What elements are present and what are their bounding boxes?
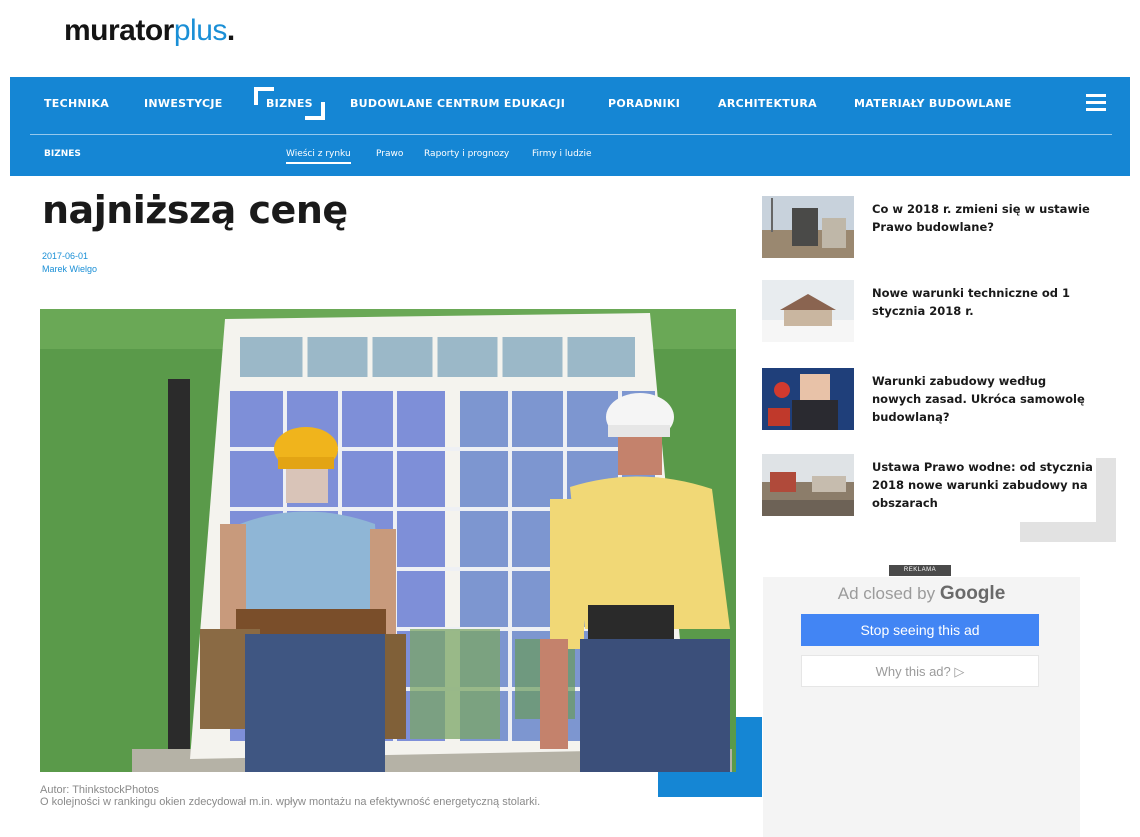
- related-article-item[interactable]: Warunki zabudowy według nowych zasad. Uk…: [762, 368, 1102, 432]
- article-meta: 2017-06-01 Marek Wielgo: [42, 250, 97, 276]
- photo-caption: Autor: ThinkstockPhotos O kolejności w r…: [40, 784, 740, 808]
- photo-credit: Autor: ThinkstockPhotos: [40, 784, 160, 796]
- subnav-item-raporty-i-prognozy[interactable]: Raporty i prognozy: [424, 149, 509, 159]
- subnav-section-label[interactable]: BIZNES: [44, 149, 81, 159]
- main-navigation: TECHNIKA INWESTYCJE BIZNES BUDOWLANE CEN…: [10, 77, 1130, 176]
- related-article-thumbnail[interactable]: [762, 280, 854, 342]
- nav-item-biznes[interactable]: BIZNES: [254, 87, 325, 120]
- related-article-title[interactable]: Ustawa Prawo wodne: od stycznia 2018 now…: [872, 458, 1097, 512]
- related-article-item[interactable]: Ustawa Prawo wodne: od stycznia 2018 now…: [762, 454, 1102, 518]
- article-date: 2017-06-01: [42, 251, 89, 261]
- related-article-item[interactable]: Nowe warunki techniczne od 1 stycznia 20…: [762, 280, 1102, 344]
- nav-item-architektura[interactable]: ARCHITEKTURA: [718, 97, 817, 110]
- article-author[interactable]: Marek Wielgo: [42, 263, 97, 276]
- ad-container: Ad closed by Google Stop seeing this ad …: [763, 577, 1080, 837]
- logo-text-secondary: plus: [173, 14, 228, 47]
- ad-closed-prefix: Ad closed by: [837, 584, 936, 603]
- article-photo: [40, 309, 736, 772]
- nav-top-bar: TECHNIKA INWESTYCJE BIZNES BUDOWLANE CEN…: [10, 77, 1130, 134]
- caption-text: O kolejności w rankingu okien zdecydował…: [40, 796, 541, 808]
- why-this-ad-button[interactable]: Why this ad? ▷: [801, 655, 1039, 687]
- subnav-item-prawo[interactable]: Prawo: [376, 149, 403, 159]
- related-article-title[interactable]: Co w 2018 r. zmieni się w ustawie Prawo …: [872, 200, 1097, 236]
- ad-closed-brand: Google: [939, 583, 1006, 604]
- related-article-thumbnail[interactable]: [762, 196, 854, 258]
- nav-item-inwestycje[interactable]: INWESTYCJE: [144, 97, 223, 110]
- hamburger-icon[interactable]: [1086, 94, 1106, 112]
- site-logo[interactable]: muratorplus.: [64, 14, 235, 48]
- nav-subbar: BIZNES Wieści z rynku Prawo Raporty i pr…: [10, 135, 1130, 176]
- nav-item-poradniki[interactable]: PORADNIKI: [608, 97, 680, 110]
- ad-label: REKLAMA: [889, 565, 951, 576]
- nav-item-technika[interactable]: TECHNIKA: [44, 97, 109, 110]
- nav-item-materialy-budowlane[interactable]: MATERIAŁY BUDOWLANE: [854, 97, 1012, 110]
- related-article-item[interactable]: Co w 2018 r. zmieni się w ustawie Prawo …: [762, 196, 1102, 260]
- subnav-item-wiesci-z-rynku[interactable]: Wieści z rynku: [286, 149, 351, 164]
- stop-seeing-ad-button[interactable]: Stop seeing this ad: [801, 614, 1039, 646]
- related-article-title[interactable]: Warunki zabudowy według nowych zasad. Uk…: [872, 372, 1097, 426]
- related-article-thumbnail[interactable]: [762, 454, 854, 516]
- logo-text-dot: .: [226, 14, 235, 47]
- related-article-title[interactable]: Nowe warunki techniczne od 1 stycznia 20…: [872, 284, 1097, 320]
- related-article-thumbnail[interactable]: [762, 368, 854, 430]
- logo-text-primary: murator: [64, 14, 174, 47]
- article-title: najniższą cenę: [42, 188, 348, 232]
- subnav-item-firmy-i-ludzie[interactable]: Firmy i ludzie: [532, 149, 592, 159]
- nav-item-budowlane-centrum-edukacji[interactable]: BUDOWLANE CENTRUM EDUKACJI: [350, 97, 565, 110]
- ad-closed-message: Ad closed by Google: [763, 583, 1080, 605]
